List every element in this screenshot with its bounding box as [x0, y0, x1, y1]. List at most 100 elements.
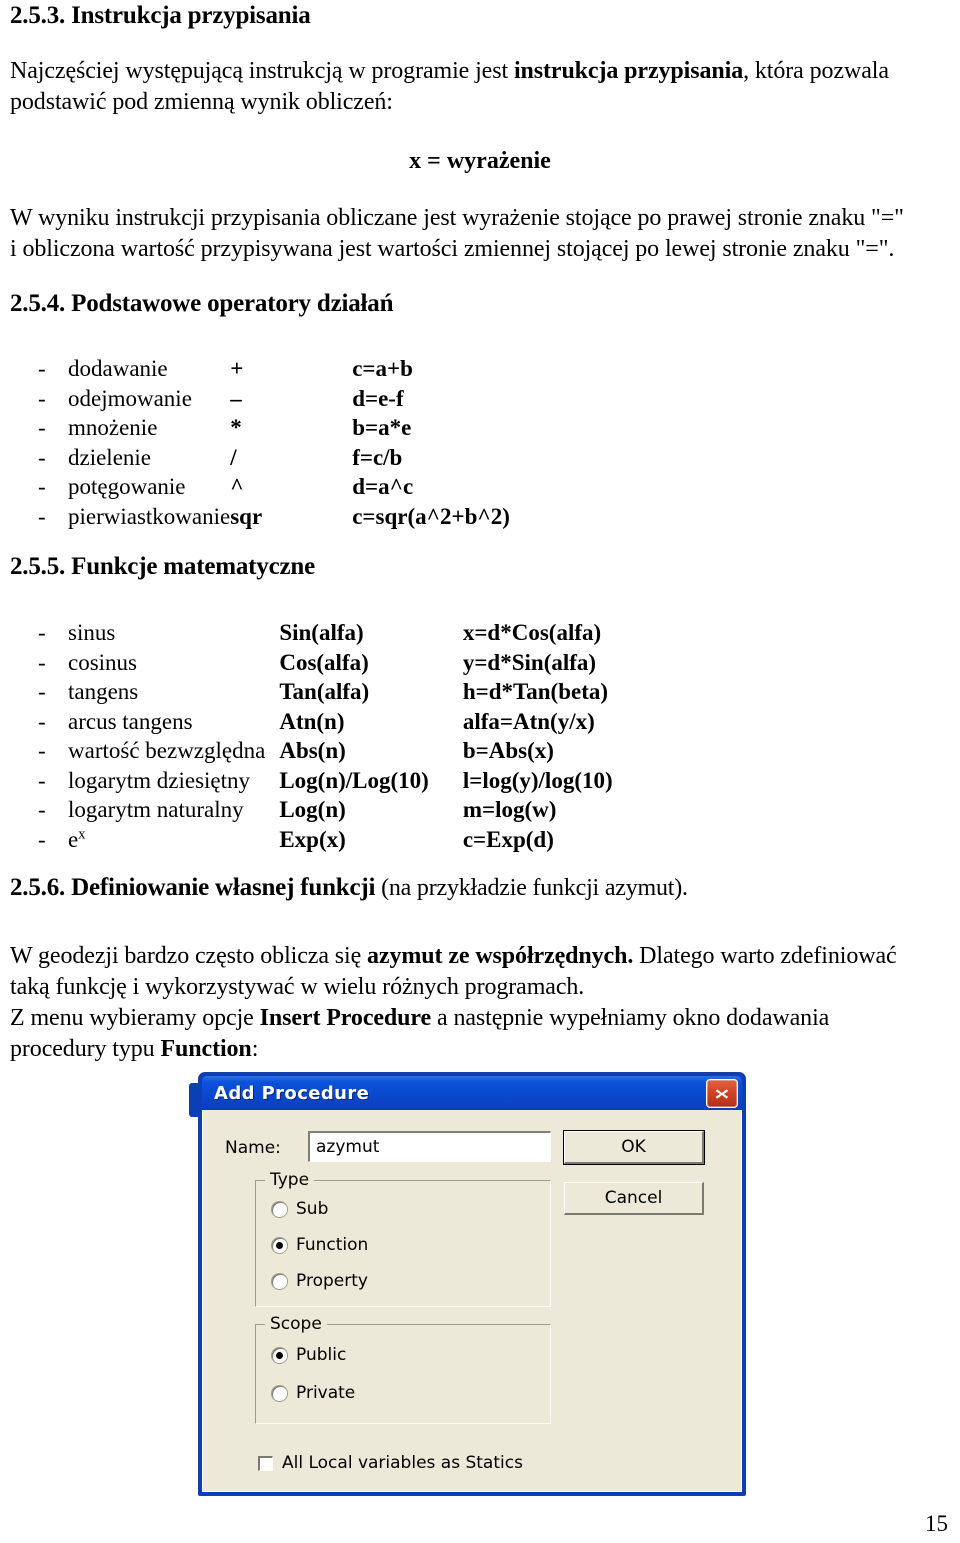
operator-example: b=a*e [352, 415, 412, 441]
function-example: b=Abs(x) [462, 738, 554, 764]
ok-button[interactable]: OK [564, 1131, 704, 1164]
type-option-property[interactable]: Property [272, 1271, 368, 1291]
cancel-button-label: Cancel [604, 1188, 663, 1208]
scope-option-public[interactable]: Public [272, 1345, 346, 1365]
math-function-row: - cosinus Cos(alfa) y=d*Sin(alfa) [38, 649, 613, 679]
menu-path-bold: Insert Procedure [259, 1005, 432, 1031]
dialog-titlebar[interactable]: Add Procedure [202, 1076, 742, 1110]
document-page: 2.5.3. Instrukcja przypisania Najczęście… [0, 0, 960, 1543]
type-option-function[interactable]: Function [272, 1235, 368, 1255]
paragraph-assignment-intro: Najczęściej występującą instrukcją w pro… [10, 56, 950, 118]
type-option-sub[interactable]: Sub [272, 1199, 328, 1219]
heading-2-5-3: 2.5.3. Instrukcja przypisania [10, 2, 311, 30]
math-function-row: - tangens Tan(alfa) h=d*Tan(beta) [38, 678, 613, 708]
operator-row: - odejmowanie – d=e-f [38, 385, 510, 415]
operators-table: - dodawanie + c=a+b - odejmowanie – d=e-f - mnoże… [38, 355, 510, 532]
heading-2-5-5: 2.5.5. Funkcje matematyczne [10, 553, 315, 581]
operator-symbol: – [230, 385, 242, 411]
paragraph-assignment-explain-line1: W wyniku instrukcji przypisania obliczan… [10, 205, 904, 231]
math-function-row: - arcus tangens Atn(n) alfa=Atn(y/x) [38, 708, 613, 738]
ok-button-label: OK [621, 1137, 646, 1157]
bullet-dash: - [38, 738, 46, 764]
bullet-dash: - [38, 826, 46, 852]
bullet-dash: - [38, 503, 46, 529]
operator-example: d=e-f [352, 385, 404, 411]
operator-name: dzielenie [68, 444, 152, 470]
function-description: wartość bezwzględna [68, 738, 266, 764]
proc-type-bold: Function [160, 1036, 252, 1062]
function-syntax: Log(n)/Log(10) [279, 767, 429, 793]
operator-example: d=a^c [352, 474, 414, 500]
operator-symbol: sqr [230, 503, 263, 529]
heading-2-5-3-title: Instrukcja przypisania [71, 2, 311, 29]
heading-2-5-4-number: 2.5.4. [10, 290, 66, 317]
dialog-title: Add Procedure [214, 1082, 370, 1104]
heading-2-5-6-number: 2.5.6. [10, 874, 66, 901]
cancel-button[interactable]: Cancel [564, 1182, 704, 1215]
operator-name: mnożenie [68, 415, 158, 441]
dialog-body: Name: azymut OK Cancel Type Sub Function P… [202, 1110, 742, 1492]
operator-example: c=sqr(a^2+b^2) [352, 503, 510, 529]
math-function-row: - wartość bezwzględna Abs(n) b=Abs(x) [38, 737, 613, 767]
azimuth-text-bold: azymut ze współrzędnych. [367, 943, 634, 969]
radio-indicator [272, 1237, 287, 1253]
function-example: c=Exp(d) [462, 826, 554, 852]
function-syntax: Sin(alfa) [279, 620, 364, 645]
operator-row: - pierwiastkowanie sqr c=sqr(a^2+b^2) [38, 503, 510, 533]
paragraph-menu-line: Z menu wybieramy opcje Insert Procedure … [10, 1003, 955, 1034]
close-icon[interactable] [706, 1079, 738, 1108]
proc-text-a: procedury typu [10, 1036, 161, 1062]
all-local-variables-as-statics-checkbox[interactable]: All Local variables as Statics [258, 1453, 523, 1473]
function-example: l=log(y)/log(10) [462, 767, 613, 793]
menu-text-a: Z menu wybieramy opcje [10, 1005, 260, 1031]
name-input[interactable]: azymut [308, 1131, 551, 1162]
proc-text-c: : [251, 1036, 259, 1062]
bullet-dash: - [38, 620, 46, 645]
scope-group-label: Scope [265, 1314, 327, 1334]
bullet-dash: - [38, 767, 46, 793]
heading-2-5-3-number: 2.5.3. [10, 2, 66, 29]
function-example: m=log(w) [462, 797, 557, 823]
intro-text-before: Najczęściej występującą instrukcją w pro… [10, 58, 514, 84]
page-number: 15 [925, 1511, 948, 1536]
paragraph-azimuth-line1: W geodezji bardzo często oblicza się azy… [10, 941, 955, 972]
type-groupbox: Type Sub Function Property [255, 1170, 551, 1307]
math-function-row: - sinus Sin(alfa) x=d*Cos(alfa) [38, 619, 613, 649]
radio-label: Public [296, 1345, 347, 1365]
paragraph-function-type-line: procedury typu Function: [10, 1034, 955, 1065]
heading-2-5-5-number: 2.5.5. [10, 553, 66, 580]
operator-name: pierwiastkowanie [68, 503, 231, 529]
function-example: alfa=Atn(y/x) [462, 708, 595, 734]
operator-symbol: * [230, 415, 242, 441]
operator-name: dodawanie [68, 356, 168, 381]
operator-row: - mnożenie * b=a*e [38, 414, 510, 444]
heading-2-5-6: 2.5.6. Definiowanie własnej funkcji (na … [10, 874, 688, 902]
bullet-dash: - [38, 385, 46, 411]
function-syntax: Abs(n) [279, 738, 346, 764]
heading-2-5-4: 2.5.4. Podstawowe operatory działań [10, 290, 393, 318]
radio-indicator [272, 1347, 287, 1363]
function-description: logarytm naturalny [68, 797, 244, 823]
operator-row: - potęgowanie ^ d=a^c [38, 473, 510, 503]
radio-label: Property [296, 1271, 368, 1291]
operator-row: - dzielenie / f=c/b [38, 444, 510, 474]
function-example: y=d*Sin(alfa) [462, 649, 597, 675]
radio-label: Sub [296, 1199, 329, 1219]
scope-option-private[interactable]: Private [272, 1383, 355, 1403]
bullet-dash: - [38, 679, 46, 705]
operator-example: c=a+b [352, 356, 413, 381]
bullet-dash: - [38, 797, 46, 823]
heading-2-5-6-title: Definiowanie własnej funkcji [71, 874, 376, 901]
heading-2-5-6-tail: (na przykładzie funkcji azymut). [375, 875, 688, 901]
azimuth-text-c: Dlatego warto zdefiniować [633, 943, 897, 969]
azimuth-text-a: W geodezji bardzo często oblicza się [10, 943, 368, 969]
paragraph-assignment-explain-line2: i obliczona wartość przypisywana jest wa… [10, 236, 895, 262]
radio-label: Private [296, 1383, 356, 1403]
add-procedure-dialog[interactable]: Add Procedure Name: azymut OK Cancel Typ… [189, 1072, 746, 1496]
bullet-dash: - [38, 474, 46, 500]
function-description: cosinus [68, 649, 137, 675]
function-example: h=d*Tan(beta) [462, 679, 609, 705]
math-function-row: - logarytm dziesiętny Log(n)/Log(10) l=log(… [38, 767, 613, 797]
heading-2-5-4-title: Podstawowe operatory działań [71, 290, 394, 317]
operator-symbol: ^ [230, 474, 244, 500]
